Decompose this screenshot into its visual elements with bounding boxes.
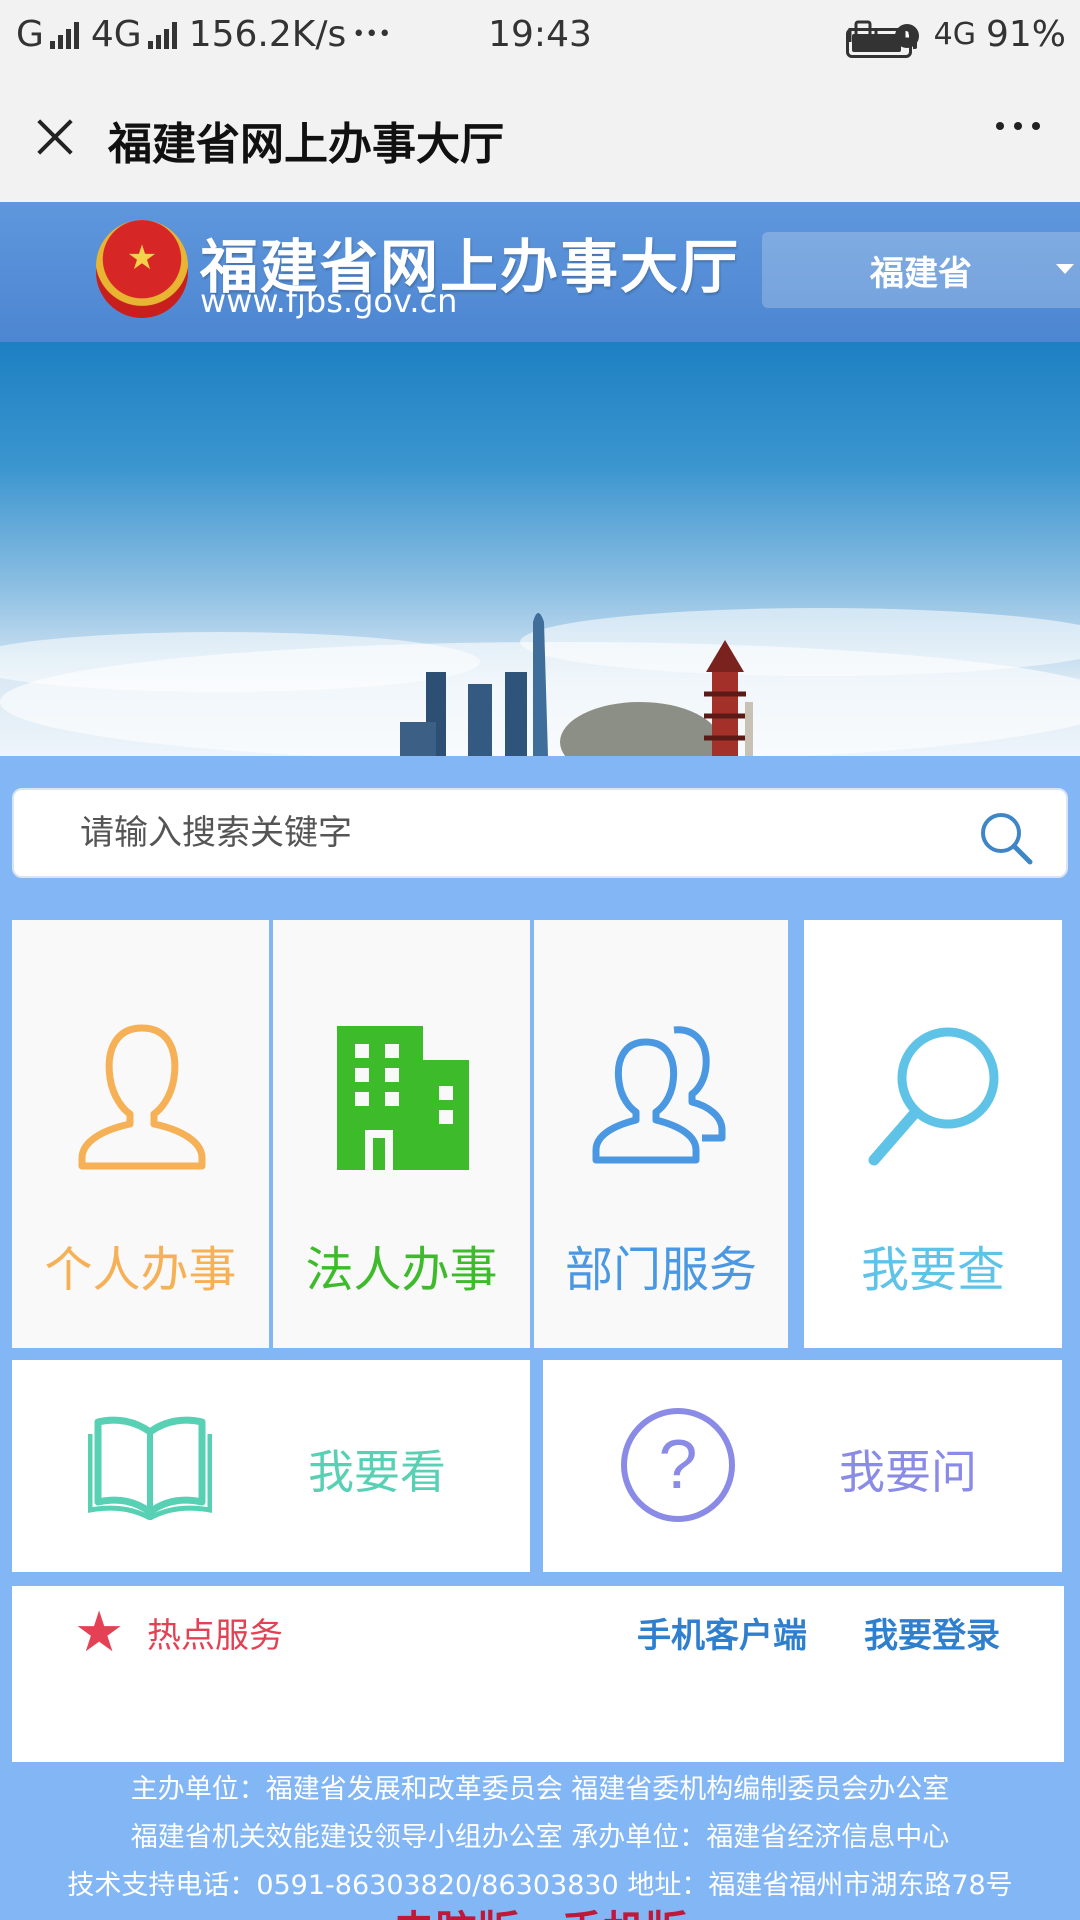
building-icon xyxy=(337,1026,469,1170)
star-icon: ★ xyxy=(74,1600,125,1665)
footer-line-2: 福建省机关效能建设领导小组办公室 承办单位：福建省经济信息中心 xyxy=(130,1822,950,1853)
footer-line-1: 主办单位：福建省发展和改革委员会 福建省委机构编制委员会办公室 xyxy=(130,1774,950,1805)
site-header: 福建省网上办事大厅 www.fjbs.gov.cn 福建省 xyxy=(0,202,1080,342)
footer-info: 主办单位：福建省发展和改革委员会 福建省委机构编制委员会办公室 福建省机关效能建… xyxy=(0,1766,1080,1910)
tile-label: 我要问 xyxy=(839,1445,977,1499)
national-emblem-icon xyxy=(96,220,188,318)
region-select-value: 福建省 xyxy=(870,253,972,294)
tile-label: 法人办事 xyxy=(305,1242,498,1298)
tile-label: 我要看 xyxy=(308,1445,446,1499)
search-bar xyxy=(12,788,1068,878)
site-url: www.fjbs.gov.cn xyxy=(200,282,458,320)
group-icon xyxy=(592,1026,726,1164)
person-icon xyxy=(78,1024,206,1170)
page-title: 福建省网上办事大厅 xyxy=(108,119,504,170)
tile-legal-service[interactable]: 法人办事 xyxy=(273,920,530,1348)
status-bar: G 4G 156.2K/s ••• 19:43 4G 91% xyxy=(0,0,1080,76)
magnifier-icon xyxy=(868,1027,999,1166)
search-input[interactable] xyxy=(80,790,930,876)
main-content: 个人办事 法人办事 部门服务 我要查 xyxy=(0,756,1080,1920)
tile-label: 我要查 xyxy=(860,1242,1005,1298)
login-link[interactable]: 我要登录 xyxy=(864,1608,1000,1657)
caret-down-icon xyxy=(1056,264,1074,274)
city-skyline-illustration xyxy=(0,608,1080,756)
hot-services-label[interactable]: 热点服务 xyxy=(147,1608,283,1657)
version-switch-links[interactable]: 电脑版 手机版 xyxy=(0,1898,1080,1920)
tile-ask[interactable]: ? 我要问 xyxy=(543,1360,1062,1572)
tile-personal-service[interactable]: 个人办事 xyxy=(12,920,269,1348)
network-type: 4G xyxy=(933,17,976,52)
question-icon: ? xyxy=(621,1408,735,1522)
hot-services-panel: ★ 热点服务 手机客户端 我要登录 xyxy=(12,1586,1064,1762)
close-icon[interactable] xyxy=(30,112,80,162)
tile-label: 部门服务 xyxy=(564,1242,757,1298)
banner-image xyxy=(0,342,1080,756)
search-icon[interactable] xyxy=(976,808,1036,868)
svg-text:?: ? xyxy=(659,1425,698,1503)
battery-icon xyxy=(845,28,917,58)
battery-percent: 91% xyxy=(985,14,1066,55)
tile-label: 个人办事 xyxy=(44,1242,237,1298)
webview-title-bar: 福建省网上办事大厅 xyxy=(0,76,1080,202)
book-icon xyxy=(88,1416,212,1520)
tile-department-service[interactable]: 部门服务 xyxy=(534,920,788,1348)
tile-query[interactable]: 我要查 xyxy=(804,920,1062,1348)
region-select[interactable]: 福建省 xyxy=(762,232,1080,308)
more-menu-icon[interactable] xyxy=(996,122,1040,130)
tile-view[interactable]: 我要看 xyxy=(12,1360,530,1572)
status-right: 4G 91% xyxy=(845,14,1066,58)
mobile-client-link[interactable]: 手机客户端 xyxy=(637,1608,807,1657)
